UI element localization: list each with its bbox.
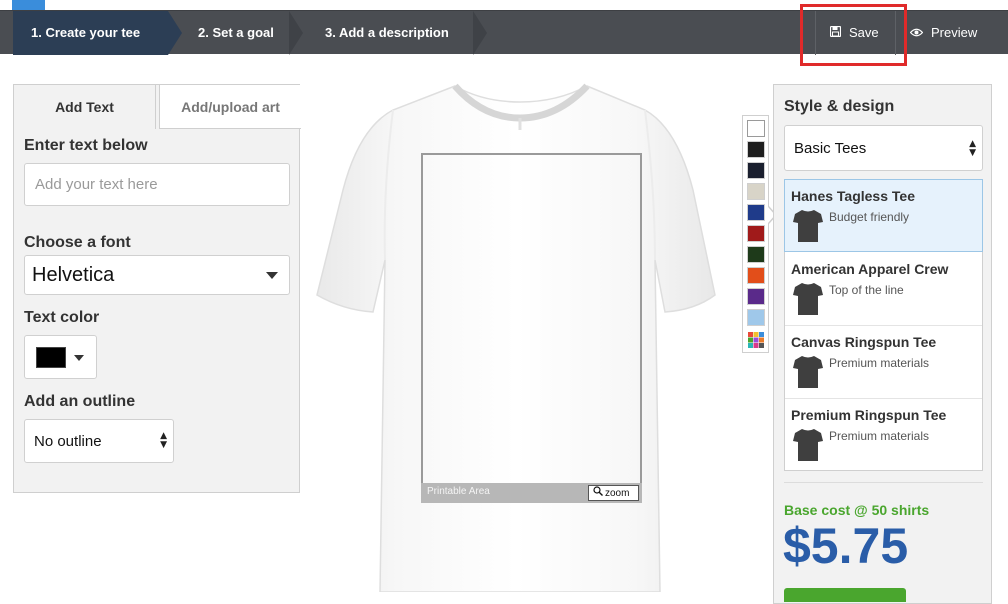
outline-select-value: No outline bbox=[34, 433, 102, 450]
tab-add-upload-art-label: Add/upload art bbox=[181, 99, 280, 115]
product-item-hanes-tagless-tee[interactable]: Hanes Tagless Tee Budget friendly bbox=[784, 179, 983, 252]
top-accent bbox=[12, 0, 45, 10]
product-item-premium-ringspun-tee[interactable]: Premium Ringspun Tee Premium materials bbox=[785, 399, 982, 472]
font-select[interactable]: Helvetica bbox=[24, 255, 290, 295]
style-panel-title: Style & design bbox=[784, 98, 895, 115]
shirt-color-swatch[interactable] bbox=[747, 141, 765, 158]
step-arrow bbox=[473, 11, 487, 55]
product-item-canvas-ringspun-tee[interactable]: Canvas Ringspun Tee Premium materials bbox=[785, 326, 982, 399]
save-highlight-box bbox=[800, 4, 907, 66]
tshirt-thumbnail-icon bbox=[793, 281, 823, 315]
divider bbox=[784, 482, 983, 483]
product-name: Hanes Tagless Tee bbox=[791, 188, 915, 204]
text-input-label: Enter text below bbox=[24, 137, 148, 154]
shirt-color-swatch[interactable] bbox=[747, 120, 765, 137]
style-panel: Style & design Basic Tees ▲ ▼ Hanes Tagle… bbox=[773, 84, 992, 604]
product-name: Premium Ringspun Tee bbox=[791, 407, 947, 423]
product-name: Canvas Ringspun Tee bbox=[791, 334, 937, 350]
font-label: Choose a font bbox=[24, 234, 131, 251]
preview-label: Preview bbox=[931, 25, 978, 40]
tshirt-thumbnail-icon bbox=[793, 354, 823, 388]
magnifier-icon bbox=[593, 486, 603, 501]
tab-add-text-label: Add Text bbox=[55, 99, 114, 115]
product-name: American Apparel Crew bbox=[791, 261, 949, 277]
shirt-color-swatch[interactable] bbox=[747, 288, 765, 305]
preview-button[interactable]: Preview bbox=[895, 11, 995, 55]
printable-area[interactable] bbox=[421, 153, 642, 503]
product-description: Premium materials bbox=[829, 356, 930, 370]
zoom-label: zoom bbox=[605, 488, 630, 499]
shirt-color-swatch[interactable] bbox=[747, 246, 765, 263]
step-arrow bbox=[289, 11, 303, 55]
step-create-tee[interactable]: 1. Create your tee bbox=[13, 11, 168, 55]
tshirt-thumbnail-icon bbox=[793, 427, 823, 461]
product-description: Premium materials bbox=[829, 429, 930, 443]
step-add-description-label: 3. Add a description bbox=[325, 25, 449, 40]
color-swatch bbox=[36, 347, 66, 368]
printable-area-label: Printable Area bbox=[427, 486, 490, 497]
chevron-down-icon bbox=[74, 355, 84, 361]
tab-add-text[interactable]: Add Text bbox=[14, 85, 156, 129]
font-select-value: Helvetica bbox=[32, 264, 115, 286]
select-arrows-icon: ▲ ▼ bbox=[160, 431, 167, 450]
zoom-button[interactable]: zoom bbox=[588, 485, 639, 501]
product-item-american-apparel-crew[interactable]: American Apparel Crew Top of the line bbox=[785, 253, 982, 326]
base-cost-label: Base cost @ 50 shirts bbox=[784, 502, 930, 518]
chevron-down-icon bbox=[266, 272, 278, 279]
outline-select[interactable]: No outline ▲ ▼ bbox=[24, 419, 174, 463]
step-set-goal[interactable]: 2. Set a goal bbox=[184, 11, 289, 55]
eye-icon bbox=[909, 11, 924, 55]
outline-label: Add an outline bbox=[24, 393, 136, 410]
shirt-color-swatch[interactable] bbox=[747, 267, 765, 284]
product-description: Top of the line bbox=[829, 283, 904, 297]
shirt-color-swatch[interactable] bbox=[747, 162, 765, 179]
product-description: Budget friendly bbox=[829, 210, 910, 224]
step-arrow bbox=[168, 11, 182, 55]
next-step-button[interactable] bbox=[784, 588, 906, 602]
shirt-color-swatch[interactable] bbox=[747, 204, 765, 221]
tab-add-upload-art[interactable]: Add/upload art bbox=[159, 85, 301, 129]
text-input[interactable] bbox=[24, 163, 290, 206]
select-arrows-icon: ▲ ▼ bbox=[969, 139, 976, 158]
multicolor-grid-icon[interactable] bbox=[748, 332, 764, 348]
style-select[interactable]: Basic Tees ▲ ▼ bbox=[784, 125, 983, 171]
step-add-description[interactable]: 3. Add a description bbox=[308, 11, 473, 55]
tshirt-thumbnail-icon bbox=[793, 208, 823, 242]
shirt-color-palette bbox=[742, 115, 769, 353]
style-select-value: Basic Tees bbox=[794, 140, 867, 157]
base-price: $5.75 bbox=[783, 518, 909, 574]
text-color-picker[interactable] bbox=[24, 335, 97, 379]
shirt-color-swatch[interactable] bbox=[747, 309, 765, 326]
step-set-goal-label: 2. Set a goal bbox=[198, 25, 274, 40]
shirt-color-swatch[interactable] bbox=[747, 183, 765, 200]
step-create-tee-label: 1. Create your tee bbox=[31, 25, 141, 40]
shirt-color-swatch[interactable] bbox=[747, 225, 765, 242]
product-list: Hanes Tagless Tee Budget friendly Americ… bbox=[784, 179, 983, 471]
text-color-label: Text color bbox=[24, 309, 100, 326]
design-panel: Add Text Add/upload art Enter text below… bbox=[13, 84, 301, 493]
